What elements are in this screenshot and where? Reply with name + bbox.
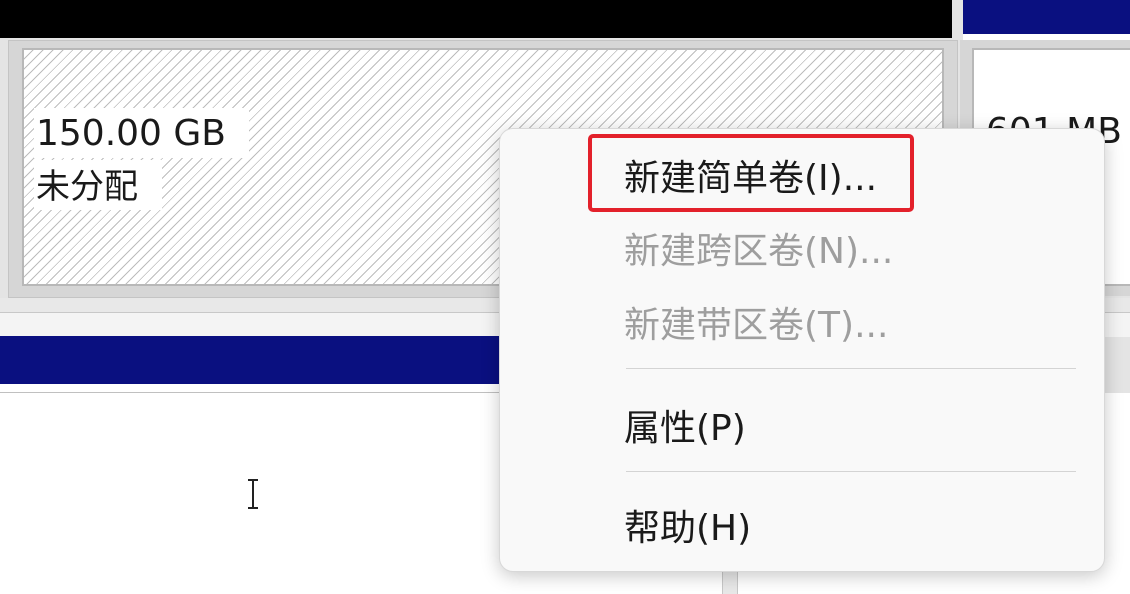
volume-header-underline — [0, 384, 500, 393]
menu-item-properties[interactable]: 属性(P) — [624, 405, 746, 453]
partition-header-bar — [963, 0, 1130, 38]
volume-divider — [722, 570, 738, 594]
menu-separator — [626, 471, 1076, 472]
menu-item-new-spanned-volume: 新建跨区卷(N)... — [624, 231, 894, 272]
text-cursor-icon — [248, 479, 258, 509]
menu-separator — [626, 368, 1076, 369]
unallocated-status: 未分配 — [36, 167, 138, 207]
highlight-annotation-box — [588, 134, 914, 212]
menu-item-help[interactable]: 帮助(H) — [624, 505, 751, 553]
menu-item-new-striped-volume: 新建带区卷(T)... — [624, 305, 889, 346]
disk-header-bar — [0, 0, 952, 38]
unallocated-size: 150.00 GB — [36, 113, 227, 154]
volume-header-bar — [0, 336, 500, 384]
